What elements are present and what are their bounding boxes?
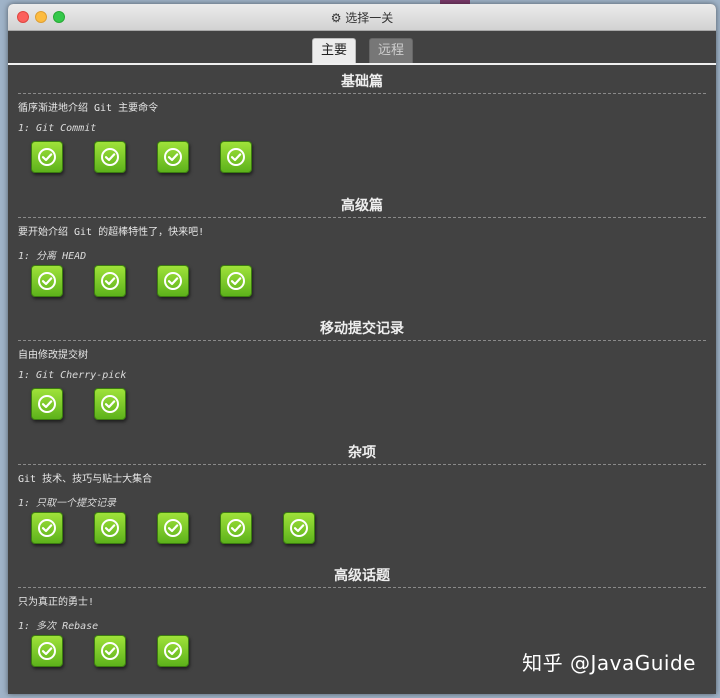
title-bar: ⚙ 选择一关 — [8, 4, 716, 31]
section-description: 要开始介绍 Git 的超棒特性了，快来吧! — [18, 226, 205, 238]
section-description: 循序渐进地介绍 Git 主要命令 — [18, 103, 159, 114]
level-button[interactable] — [157, 635, 189, 667]
checkmark-icon — [37, 518, 57, 538]
level-button[interactable] — [94, 264, 126, 297]
section-divider — [18, 340, 706, 341]
level-button[interactable] — [220, 264, 252, 297]
level-section: 移动提交记录自由修改提交树 1: Git Cherry-pick — [18, 312, 706, 436]
checkmark-icon — [100, 394, 120, 414]
level-button[interactable] — [94, 635, 126, 667]
checkmark-icon — [37, 271, 57, 291]
level-button[interactable] — [31, 141, 63, 173]
section-description: 只为真正的勇士! — [18, 597, 95, 608]
checkmark-icon — [163, 271, 183, 291]
level-button[interactable] — [220, 511, 252, 544]
level-buttons — [18, 511, 706, 544]
level-button[interactable] — [31, 511, 63, 544]
level-button[interactable] — [31, 635, 63, 667]
checkmark-icon — [226, 147, 246, 167]
level-section: 杂项 Git 技术、技巧与贴士大集合 1: 只取一个提交记录 — [18, 436, 706, 560]
checkmark-icon — [100, 518, 120, 538]
level-buttons — [18, 388, 706, 420]
level-buttons — [18, 141, 706, 173]
checkmark-icon — [100, 271, 120, 291]
level-buttons — [18, 264, 706, 297]
section-title: 高级篇 — [341, 197, 383, 214]
section-divider — [18, 463, 706, 465]
checkmark-icon — [100, 641, 120, 661]
checkmark-icon — [163, 641, 183, 661]
section-title: 基础篇 — [341, 74, 383, 90]
level-button[interactable] — [31, 388, 63, 420]
level-button[interactable] — [94, 511, 126, 544]
section-divider — [18, 587, 706, 588]
checkmark-icon — [226, 518, 246, 538]
checkmark-icon — [37, 394, 57, 414]
watermark: 知乎 @JavaGuide — [522, 651, 696, 675]
level-name: 1: 分离 HEAD — [18, 250, 87, 262]
checkmark-icon — [226, 271, 246, 291]
section-divider — [18, 216, 706, 218]
tab-bar: 主要 远程 — [8, 31, 716, 65]
checkmark-icon — [37, 641, 57, 661]
checkmark-icon — [37, 147, 57, 167]
level-button[interactable] — [283, 511, 315, 544]
level-section: 高级篇要开始介绍 Git 的超棒特性了，快来吧! 1: 分离 HEAD — [18, 189, 706, 313]
section-title: 高级话题 — [334, 568, 390, 584]
level-select-window: ⚙ 选择一关 主要 远程 基础篇循序渐进地介绍 Git 主要命令 1: Git C… — [8, 4, 716, 694]
checkmark-icon — [163, 147, 183, 167]
level-name: 1: 只取一个提交记录 — [18, 497, 117, 509]
sections-container: 基础篇循序渐进地介绍 Git 主要命令 1: Git Commit 高级篇要开始介绍… — [8, 65, 716, 683]
section-title: 移动提交记录 — [320, 321, 404, 337]
level-name: 1: Git Commit — [18, 123, 97, 134]
level-button[interactable] — [157, 264, 189, 297]
tab-main[interactable]: 主要 — [312, 38, 356, 63]
level-button[interactable] — [220, 141, 252, 173]
checkmark-icon — [163, 518, 183, 538]
level-section: 基础篇循序渐进地介绍 Git 主要命令 1: Git Commit — [18, 65, 706, 189]
level-button[interactable] — [94, 141, 126, 173]
section-description: 自由修改提交树 — [18, 350, 88, 361]
section-description: Git 技术、技巧与贴士大集合 — [18, 473, 153, 485]
level-name: 1: 多次 Rebase — [18, 621, 99, 632]
level-button[interactable] — [157, 141, 189, 173]
section-divider — [18, 93, 706, 94]
section-title: 杂项 — [348, 444, 376, 461]
level-button[interactable] — [31, 264, 63, 297]
checkmark-icon — [289, 518, 309, 538]
window-title: ⚙ 选择一关 — [330, 11, 394, 25]
checkmark-icon — [100, 147, 120, 167]
level-name: 1: Git Cherry-pick — [18, 370, 127, 381]
level-button[interactable] — [157, 511, 189, 544]
tab-remote[interactable]: 远程 — [369, 38, 413, 63]
level-button[interactable] — [94, 388, 126, 420]
